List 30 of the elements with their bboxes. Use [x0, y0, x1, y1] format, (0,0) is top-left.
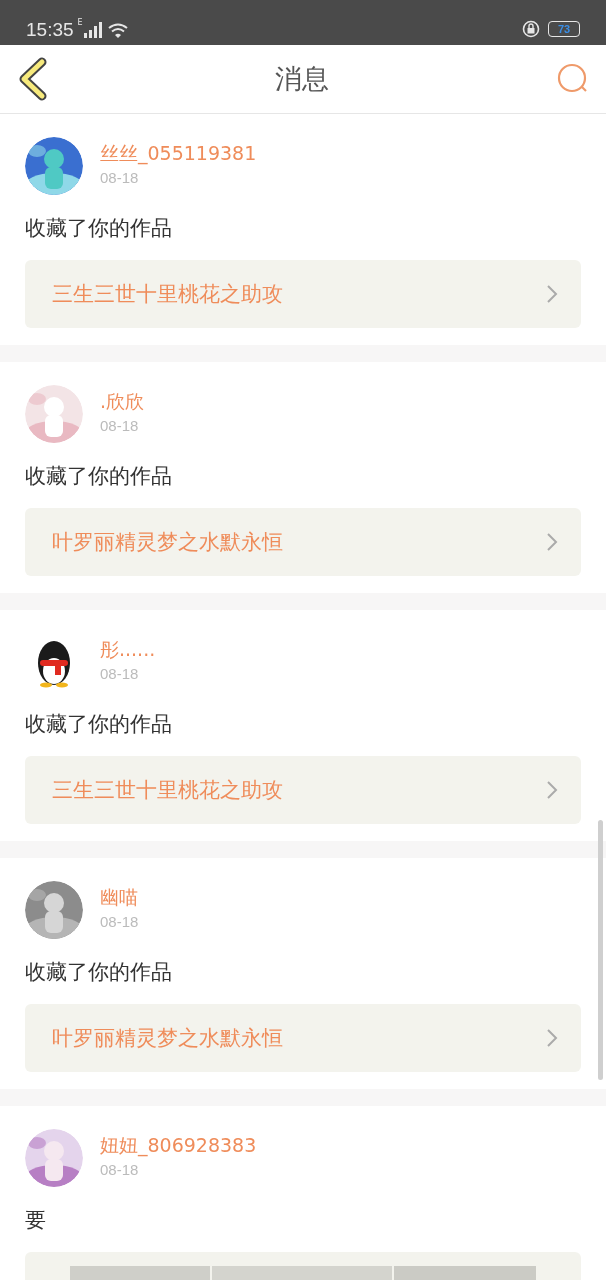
user-name[interactable]: 幽喵	[100, 885, 139, 909]
message-date: 08-18	[100, 416, 140, 436]
chevron-right-icon	[545, 532, 559, 552]
work-link[interactable]: 三生三世十里桃花之助攻	[25, 756, 581, 824]
battery-level: 73	[548, 21, 580, 37]
user-name[interactable]: 彤......	[100, 637, 156, 661]
work-link[interactable]: 三生三世十里桃花之助攻	[25, 260, 581, 328]
work-link[interactable]: 叶罗丽精灵梦之水默永恒	[25, 508, 581, 576]
chevron-right-icon	[545, 284, 559, 304]
message-text: 收藏了你的作品	[25, 463, 173, 490]
message-date: 08-18	[100, 1160, 140, 1180]
message-date: 08-18	[100, 664, 140, 684]
chevron-right-icon	[545, 1028, 559, 1048]
page-title: 消息	[274, 62, 330, 96]
message-text: 收藏了你的作品	[25, 215, 173, 242]
message-date: 08-18	[100, 168, 140, 188]
user-name[interactable]: .欣欣	[100, 389, 145, 413]
work-link[interactable]: 叶罗丽精灵梦之水默永恒	[25, 1004, 581, 1072]
signal-icon	[83, 22, 102, 38]
message-text: 收藏了你的作品	[25, 959, 173, 986]
message-text: 要	[25, 1207, 47, 1234]
rotation-lock-icon	[522, 20, 540, 38]
status-time: 15:35	[26, 19, 74, 41]
message-date: 08-18	[100, 912, 139, 932]
wifi-icon	[107, 23, 128, 38]
message-text: 收藏了你的作品	[25, 711, 173, 738]
network-type: E	[77, 18, 83, 27]
chevron-right-icon	[545, 780, 559, 800]
user-name[interactable]: 妞妞_806928383	[100, 1133, 257, 1157]
user-name[interactable]: 丝丝_055119381	[100, 141, 257, 165]
